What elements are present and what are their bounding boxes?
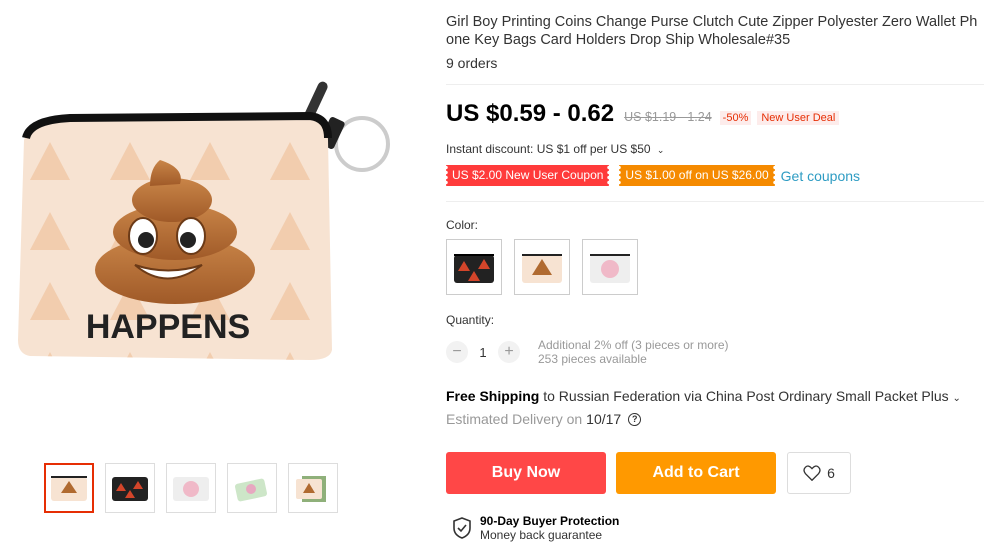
- delivery-date: 10/17: [586, 411, 622, 427]
- new-user-coupon[interactable]: US $2.00 New User Coupon: [443, 165, 612, 186]
- color-swatches: [446, 239, 638, 295]
- thumbnail-3[interactable]: [166, 463, 216, 513]
- quantity-label: Quantity:: [446, 313, 495, 327]
- free-shipping-label: Free Shipping: [446, 388, 540, 404]
- protection-title: 90-Day Buyer Protection: [480, 514, 620, 528]
- shield-check-icon: [453, 517, 471, 539]
- thumbnail-2[interactable]: [105, 463, 155, 513]
- color-label: Color:: [446, 218, 479, 232]
- divider: [446, 201, 984, 202]
- original-price: US $1.19 - 1.24: [624, 110, 712, 124]
- thumbnail-4[interactable]: [227, 463, 277, 513]
- color-swatch-black[interactable]: [446, 239, 502, 295]
- instant-discount[interactable]: Instant discount: US $1 off per US $50 ⌄: [446, 142, 664, 156]
- quantity-notes: Additional 2% off (3 pieces or more) 253…: [538, 338, 729, 366]
- chevron-down-icon: ⌄: [952, 393, 961, 404]
- bulk-discount-note: Additional 2% off (3 pieces or more): [538, 338, 729, 352]
- get-coupons-link[interactable]: Get coupons: [781, 168, 860, 184]
- protection-subtitle: Money back guarantee: [480, 528, 603, 542]
- color-swatch-white[interactable]: [582, 239, 638, 295]
- stock-available: 253 pieces available: [538, 352, 647, 366]
- quantity-value[interactable]: 1: [468, 345, 498, 360]
- thumbnail-strip: [44, 463, 338, 513]
- increase-quantity-button[interactable]: +: [498, 341, 520, 363]
- shipping-info[interactable]: Free Shipping to Russian Federation via …: [446, 388, 961, 404]
- buyer-protection: 90-Day Buyer Protection Money back guara…: [452, 514, 619, 542]
- estimated-delivery: Estimated Delivery on 10/17 ?: [446, 411, 642, 427]
- price-row: US $0.59 - 0.62 US $1.19 - 1.24 -50% New…: [446, 100, 840, 128]
- decrease-quantity-button[interactable]: −: [446, 341, 468, 363]
- main-image-text: HAPPENS: [86, 308, 250, 346]
- action-buttons: Buy Now Add to Cart 6: [446, 452, 851, 494]
- wishlist-count: 6: [827, 465, 835, 481]
- divider: [446, 84, 984, 85]
- thumbnail-1[interactable]: [44, 463, 94, 513]
- heart-icon: [803, 465, 821, 481]
- shipping-details: to Russian Federation via China Post Ord…: [543, 388, 949, 404]
- wishlist-button[interactable]: 6: [787, 452, 851, 494]
- new-user-deal-badge: New User Deal: [757, 111, 840, 125]
- main-product-image[interactable]: HAPPENS: [10, 60, 410, 390]
- current-price: US $0.59 - 0.62: [446, 100, 615, 127]
- buy-now-button[interactable]: Buy Now: [446, 452, 606, 494]
- help-icon[interactable]: ?: [628, 412, 642, 426]
- coupon-row: US $2.00 New User Coupon US $1.00 off on…: [443, 165, 860, 186]
- chevron-down-icon: ⌄: [656, 145, 665, 155]
- add-to-cart-button[interactable]: Add to Cart: [616, 452, 776, 494]
- quantity-stepper: − 1 + Additional 2% off (3 pieces or mor…: [446, 338, 729, 366]
- store-coupon[interactable]: US $1.00 off on US $26.00: [617, 165, 777, 186]
- product-title: Girl Boy Printing Coins Change Purse Clu…: [446, 14, 978, 48]
- orders-count[interactable]: 9 orders: [446, 55, 497, 71]
- color-swatch-beige[interactable]: [514, 239, 570, 295]
- discount-badge: -50%: [719, 111, 752, 125]
- thumbnail-5[interactable]: [288, 463, 338, 513]
- delivery-label: Estimated Delivery on: [446, 411, 583, 427]
- instant-discount-label: Instant discount: US $1 off per US $50: [446, 142, 651, 156]
